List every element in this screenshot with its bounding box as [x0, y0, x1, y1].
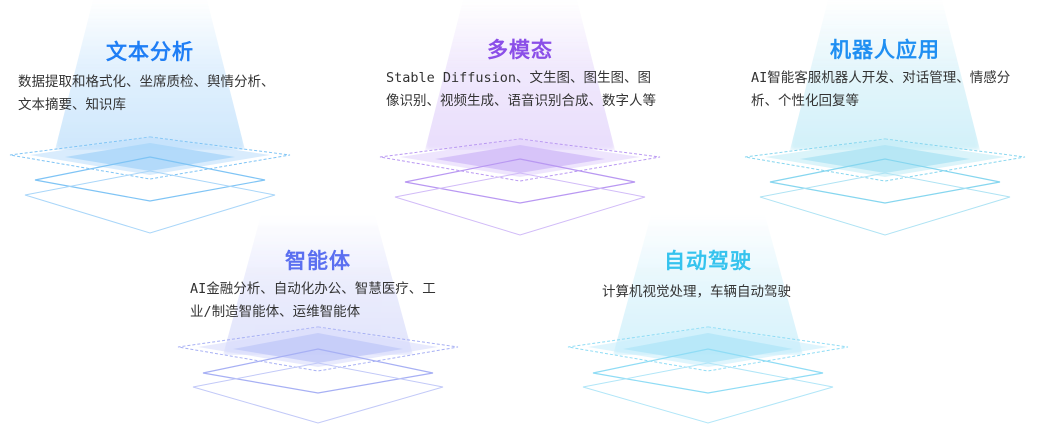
card-autonomous-driving: 自动驾驶 计算机视觉处理，车辆自动驾驶	[558, 215, 858, 445]
card-title: 机器人应用	[830, 38, 940, 62]
card-title: 文本分析	[106, 40, 194, 64]
card-text-analysis: 文本分析 数据提取和格式化、坐席质检、舆情分析、文本摘要、知识库	[0, 0, 300, 240]
card-title: 自动驾驶	[664, 249, 752, 273]
card-description: AI智能客服机器人开发、对话管理、情感分析、个性化回复等	[751, 70, 1011, 109]
card-description: AI金融分析、自动化办公、智慧医疗、工业/制造智能体、运维智能体	[190, 281, 436, 320]
card-description: 数据提取和格式化、坐席质检、舆情分析、文本摘要、知识库	[18, 74, 275, 113]
platform-stack-icon	[567, 326, 849, 424]
card-agent: 智能体 AI金融分析、自动化办公、智慧医疗、工业/制造智能体、运维智能体	[168, 215, 468, 445]
card-description: 计算机视觉处理，车辆自动驾驶	[602, 284, 791, 300]
card-title: 多模态	[487, 38, 553, 62]
card-description: Stable Diffusion、文生图、图生图、图像识别、视频生成、语音识别合…	[386, 70, 656, 109]
card-title: 智能体	[285, 249, 351, 273]
card-robot-application: 机器人应用 AI智能客服机器人开发、对话管理、情感分析、个性化回复等	[735, 0, 1035, 240]
card-multimodal: 多模态 Stable Diffusion、文生图、图生图、图像识别、视频生成、语…	[370, 0, 670, 240]
platform-stack-icon	[177, 326, 459, 424]
